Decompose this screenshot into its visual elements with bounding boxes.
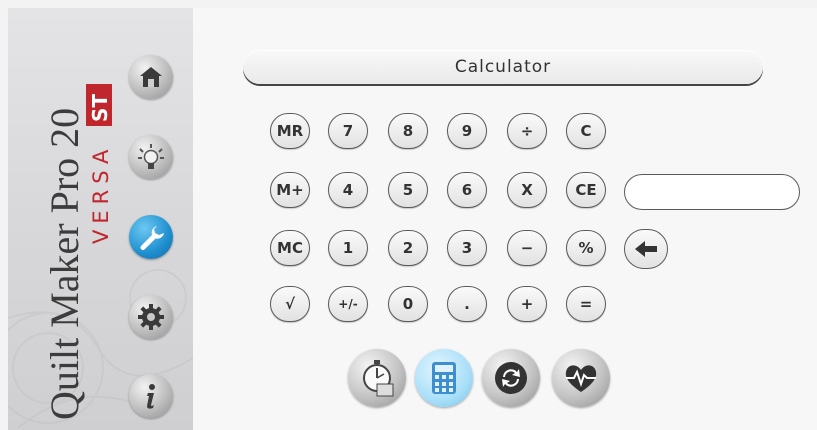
calculator-display[interactable] — [624, 174, 800, 210]
brand-model: VERSA — [89, 144, 113, 244]
key-memory-add-button[interactable]: M+ — [270, 172, 310, 208]
key-digit-1-button[interactable]: 1 — [328, 230, 368, 266]
key-add-button[interactable]: + — [507, 286, 547, 322]
key-digit-2-button[interactable]: 2 — [388, 230, 428, 266]
calculator-title: Calculator — [243, 50, 763, 84]
key-memory-clear-button[interactable]: MC — [270, 230, 310, 266]
calculator-icon — [432, 362, 456, 394]
key-clear-entry-button[interactable]: CE — [566, 172, 606, 208]
heartbeat-icon — [565, 365, 597, 392]
nav-home-button[interactable] — [129, 55, 173, 99]
key-digit-6-button[interactable]: 6 — [447, 172, 487, 208]
calculator-tool-button[interactable] — [415, 349, 473, 407]
nav-tips-button[interactable] — [129, 135, 173, 179]
key-memory-recall-button[interactable]: MR — [270, 113, 310, 149]
home-icon — [140, 67, 162, 87]
key-divide-button[interactable]: ÷ — [507, 113, 547, 149]
brand-logo: Quilt Maker Pro 20 VERSA ST — [42, 84, 113, 420]
key-digit-5-button[interactable]: 5 — [388, 172, 428, 208]
key-digit-8-button[interactable]: 8 — [388, 113, 428, 149]
nav-settings-button[interactable] — [129, 295, 173, 339]
key-decimal-button[interactable]: . — [447, 286, 487, 322]
stopwatch-icon — [363, 360, 394, 397]
key-digit-0-button[interactable]: 0 — [388, 286, 428, 322]
stopwatch-button[interactable] — [348, 349, 406, 407]
nav-info-button[interactable] — [129, 374, 173, 418]
key-multiply-button[interactable]: X — [507, 172, 547, 208]
brand-product: Quilt Maker Pro 20 — [42, 108, 87, 420]
sync-icon — [495, 362, 527, 394]
key-equals-button[interactable]: = — [566, 286, 606, 322]
key-digit-7-button[interactable]: 7 — [328, 113, 368, 149]
key-square-root-button[interactable]: √ — [270, 286, 310, 322]
backspace-arrow-icon — [635, 241, 657, 257]
key-percent-button[interactable]: % — [566, 230, 606, 266]
wrench-icon — [140, 226, 164, 250]
nav-tools-button[interactable] — [129, 215, 173, 259]
lightbulb-icon — [138, 144, 164, 169]
key-digit-3-button[interactable]: 3 — [447, 230, 487, 266]
key-clear-button[interactable]: C — [566, 113, 606, 149]
info-icon — [147, 384, 155, 409]
brand-badge: ST — [88, 94, 112, 122]
key-sign-toggle-button[interactable]: +/- — [328, 286, 368, 322]
backspace-button[interactable] — [624, 229, 668, 269]
key-subtract-button[interactable]: − — [507, 230, 547, 266]
key-digit-9-button[interactable]: 9 — [447, 113, 487, 149]
gear-icon — [138, 304, 164, 330]
health-button[interactable] — [552, 349, 610, 407]
key-digit-4-button[interactable]: 4 — [328, 172, 368, 208]
sync-button[interactable] — [482, 349, 540, 407]
sidebar: Quilt Maker Pro 20 VERSA ST — [8, 8, 193, 430]
